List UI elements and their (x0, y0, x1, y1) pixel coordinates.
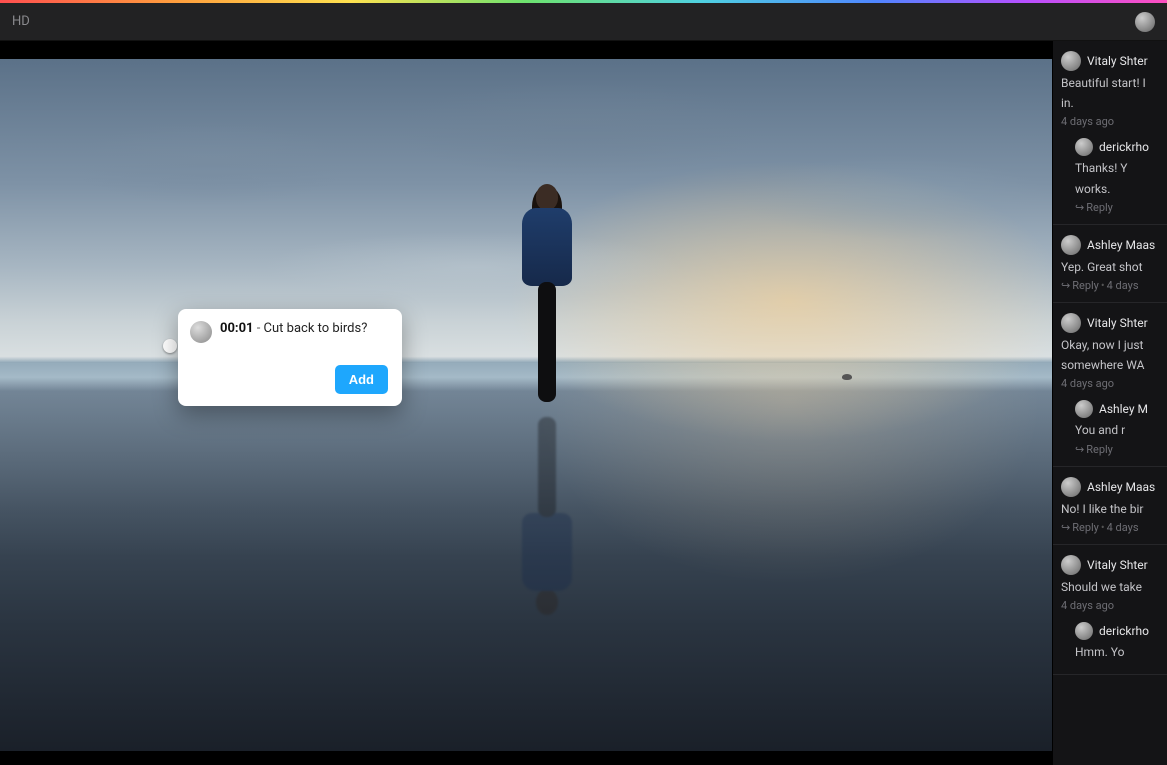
reply-body: Hmm. Yo (1075, 644, 1161, 660)
comment-body: Okay, now I just (1061, 337, 1161, 353)
quality-toggle[interactable]: HD (12, 14, 30, 29)
reply-body: works. (1075, 181, 1161, 197)
reply-icon: ↩ (1075, 443, 1084, 456)
comment-author: Vitaly Shter (1087, 316, 1148, 330)
figure-reflection (519, 405, 575, 615)
annotation-marker[interactable] (163, 339, 177, 353)
current-user-avatar[interactable] (1135, 12, 1155, 32)
reply-author: Ashley M (1099, 402, 1148, 416)
annotation-body: Cut back to birds? (264, 321, 368, 336)
reply-action[interactable]: ↩Reply (1075, 443, 1161, 456)
comment-meta[interactable]: ↩Reply•4 days (1061, 521, 1161, 534)
comment-body: somewhere WA (1061, 357, 1161, 373)
comment-body: in. (1061, 95, 1161, 111)
video-viewport[interactable]: 00:01 - Cut back to birds? Add (0, 41, 1052, 765)
person-figure (519, 184, 575, 414)
comment-item[interactable]: Vitaly Shter Should we take 4 days ago d… (1053, 545, 1167, 675)
nested-reply[interactable]: derickrho Thanks! Y works. ↩Reply (1061, 138, 1161, 213)
distant-bird (842, 374, 852, 380)
comments-sidebar[interactable]: Vitaly Shter Beautiful start! I in. 4 da… (1052, 41, 1167, 765)
main-area: 00:01 - Cut back to birds? Add Vitaly Sh… (0, 41, 1167, 765)
annotation-text: 00:01 - Cut back to birds? (220, 321, 367, 338)
comment-item[interactable]: Ashley Maas No! I like the bir ↩Reply•4 … (1053, 467, 1167, 545)
reply-icon: ↩ (1061, 279, 1070, 292)
comment-item[interactable]: Ashley Maas Yep. Great shot ↩Reply•4 day… (1053, 225, 1167, 303)
avatar (1075, 400, 1093, 418)
reply-icon: ↩ (1075, 201, 1084, 214)
avatar (1061, 235, 1081, 255)
comment-body: No! I like the bir (1061, 501, 1161, 517)
add-button[interactable]: Add (335, 365, 388, 394)
reply-author: derickrho (1099, 624, 1149, 638)
annotation-separator: - (254, 321, 264, 336)
comment-body: Should we take (1061, 579, 1161, 595)
reply-action[interactable]: ↩Reply (1075, 201, 1161, 214)
comment-item[interactable]: Vitaly Shter Beautiful start! I in. 4 da… (1053, 41, 1167, 225)
avatar (1075, 622, 1093, 640)
reply-author: derickrho (1099, 140, 1149, 154)
nested-reply[interactable]: derickrho Hmm. Yo (1061, 622, 1161, 660)
comment-author: Vitaly Shter (1087, 54, 1148, 68)
avatar (1075, 138, 1093, 156)
comment-author: Ashley Maas (1087, 238, 1155, 252)
avatar (1061, 477, 1081, 497)
comment-body: Yep. Great shot (1061, 259, 1161, 275)
comment-body: Beautiful start! I (1061, 75, 1161, 91)
comment-item[interactable]: Vitaly Shter Okay, now I just somewhere … (1053, 303, 1167, 467)
annotation-popup: 00:01 - Cut back to birds? Add (178, 309, 402, 406)
comment-author: Ashley Maas (1087, 480, 1155, 494)
avatar (1061, 555, 1081, 575)
comment-time: 4 days ago (1061, 115, 1161, 128)
comment-author: Vitaly Shter (1087, 558, 1148, 572)
reply-body: Thanks! Y (1075, 160, 1161, 176)
video-frame: 00:01 - Cut back to birds? Add (0, 59, 1052, 751)
avatar (1061, 51, 1081, 71)
reply-body: You and r (1075, 422, 1161, 438)
annotator-avatar (190, 321, 212, 343)
avatar (1061, 313, 1081, 333)
reply-icon: ↩ (1061, 521, 1070, 534)
comment-meta[interactable]: ↩Reply•4 days (1061, 279, 1161, 292)
comment-time: 4 days ago (1061, 377, 1161, 390)
annotation-timestamp[interactable]: 00:01 (220, 321, 254, 336)
nested-reply[interactable]: Ashley M You and r ↩Reply (1061, 400, 1161, 455)
top-bar: HD (0, 3, 1167, 41)
comment-time: 4 days ago (1061, 599, 1161, 612)
